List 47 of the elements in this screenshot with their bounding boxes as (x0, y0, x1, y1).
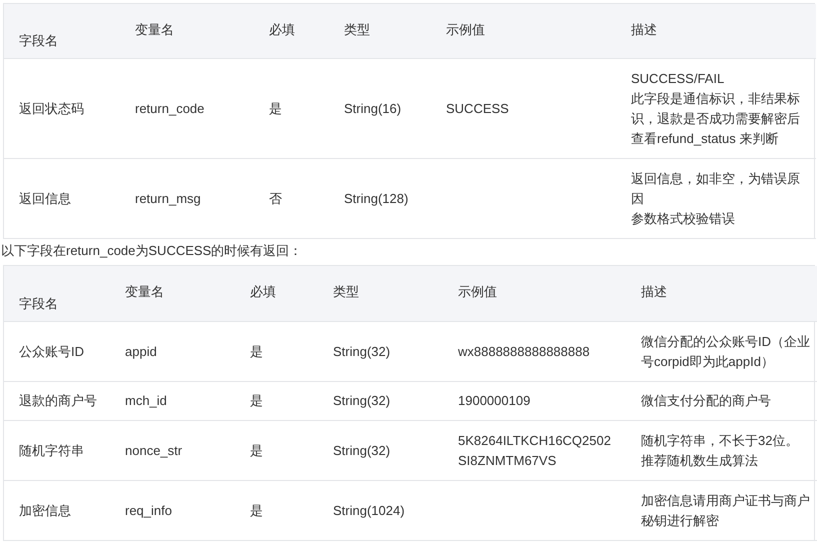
table-cell-text: 否 (269, 190, 283, 208)
table-cell-text: 随机字符串，不长于32位。 推荐随机数生成算法 (641, 432, 800, 470)
table-cell-text: String(16) (344, 100, 402, 118)
table-cell-text: String(1024) (333, 502, 406, 520)
table-cell-text: String(32) (333, 442, 392, 460)
column-header: 变量名 (110, 266, 235, 322)
table-cell-text: 是 (269, 100, 283, 118)
column-header: 类型 (318, 266, 443, 322)
table-cell-text: 是 (250, 392, 264, 410)
table-cell-text: 退款的商户号 (19, 392, 98, 410)
table-cell-text: 是 (250, 442, 264, 460)
table-cell-text: 1900000109 (458, 392, 532, 410)
table-cell-text: 加密信息 (19, 502, 72, 520)
table-cell-text: 公众账号ID (19, 342, 85, 360)
column-header: 必填 (235, 266, 318, 322)
table-cell-text: 微信支付分配的商户号 (641, 392, 772, 410)
column-header: 示例值 (443, 266, 626, 322)
table-cell-text: appid (125, 342, 158, 361)
column-header: 字段名 (4, 4, 120, 59)
column-header: 变量名 (120, 4, 254, 59)
column-header: 字段名 (4, 266, 110, 322)
column-header: 类型 (329, 4, 431, 59)
table-cell-text: String(32) (333, 342, 392, 361)
table-cell-text: wx8888888888888888 (458, 342, 591, 360)
table-cell-text: 返回状态码 (19, 100, 85, 118)
table-cell-text: SUCCESS (446, 100, 510, 118)
section-caption: 以下字段在return_code为SUCCESS的时候有返回： (1, 242, 304, 260)
table-cell-text: return_code (135, 100, 206, 118)
table-cell-text: SUCCESS/FAIL 此字段是通信标识，非结果标 识，退款是否成功需要解密后 查看refund_status 来判断 (631, 70, 801, 148)
table-cell-text: 是 (250, 342, 264, 360)
table-cell-text: 微信分配的公众账号ID（企业 号corpid即为此appId） (641, 332, 811, 371)
table-cell-text: 5K8264ILTKCH16CQ2502 SI8ZNMTM67VS (458, 432, 612, 470)
table-cell-text: mch_id (125, 392, 168, 410)
table-cell-text: return_msg (135, 190, 202, 208)
table-cell-text: req_info (125, 502, 173, 520)
table-cell-text: 加密信息请用商户证书与商户 秘钥进行解密 (641, 492, 811, 530)
column-header: 示例值 (431, 4, 616, 59)
table-cell-text: 是 (250, 502, 264, 520)
table-cell-text: nonce_str (125, 442, 184, 460)
column-header: 描述 (616, 4, 816, 59)
table-cell-text: 返回信息，如非空，为错误原 因 参数格式校验错误 (631, 170, 801, 228)
table-cell-text: 随机字符串 (19, 442, 85, 460)
table-cell-text: 返回信息 (19, 190, 72, 208)
column-header: 描述 (626, 266, 817, 322)
column-header: 必填 (254, 4, 329, 59)
table-cell-text: String(128) (344, 190, 410, 208)
table-cell-text: String(32) (333, 392, 392, 410)
